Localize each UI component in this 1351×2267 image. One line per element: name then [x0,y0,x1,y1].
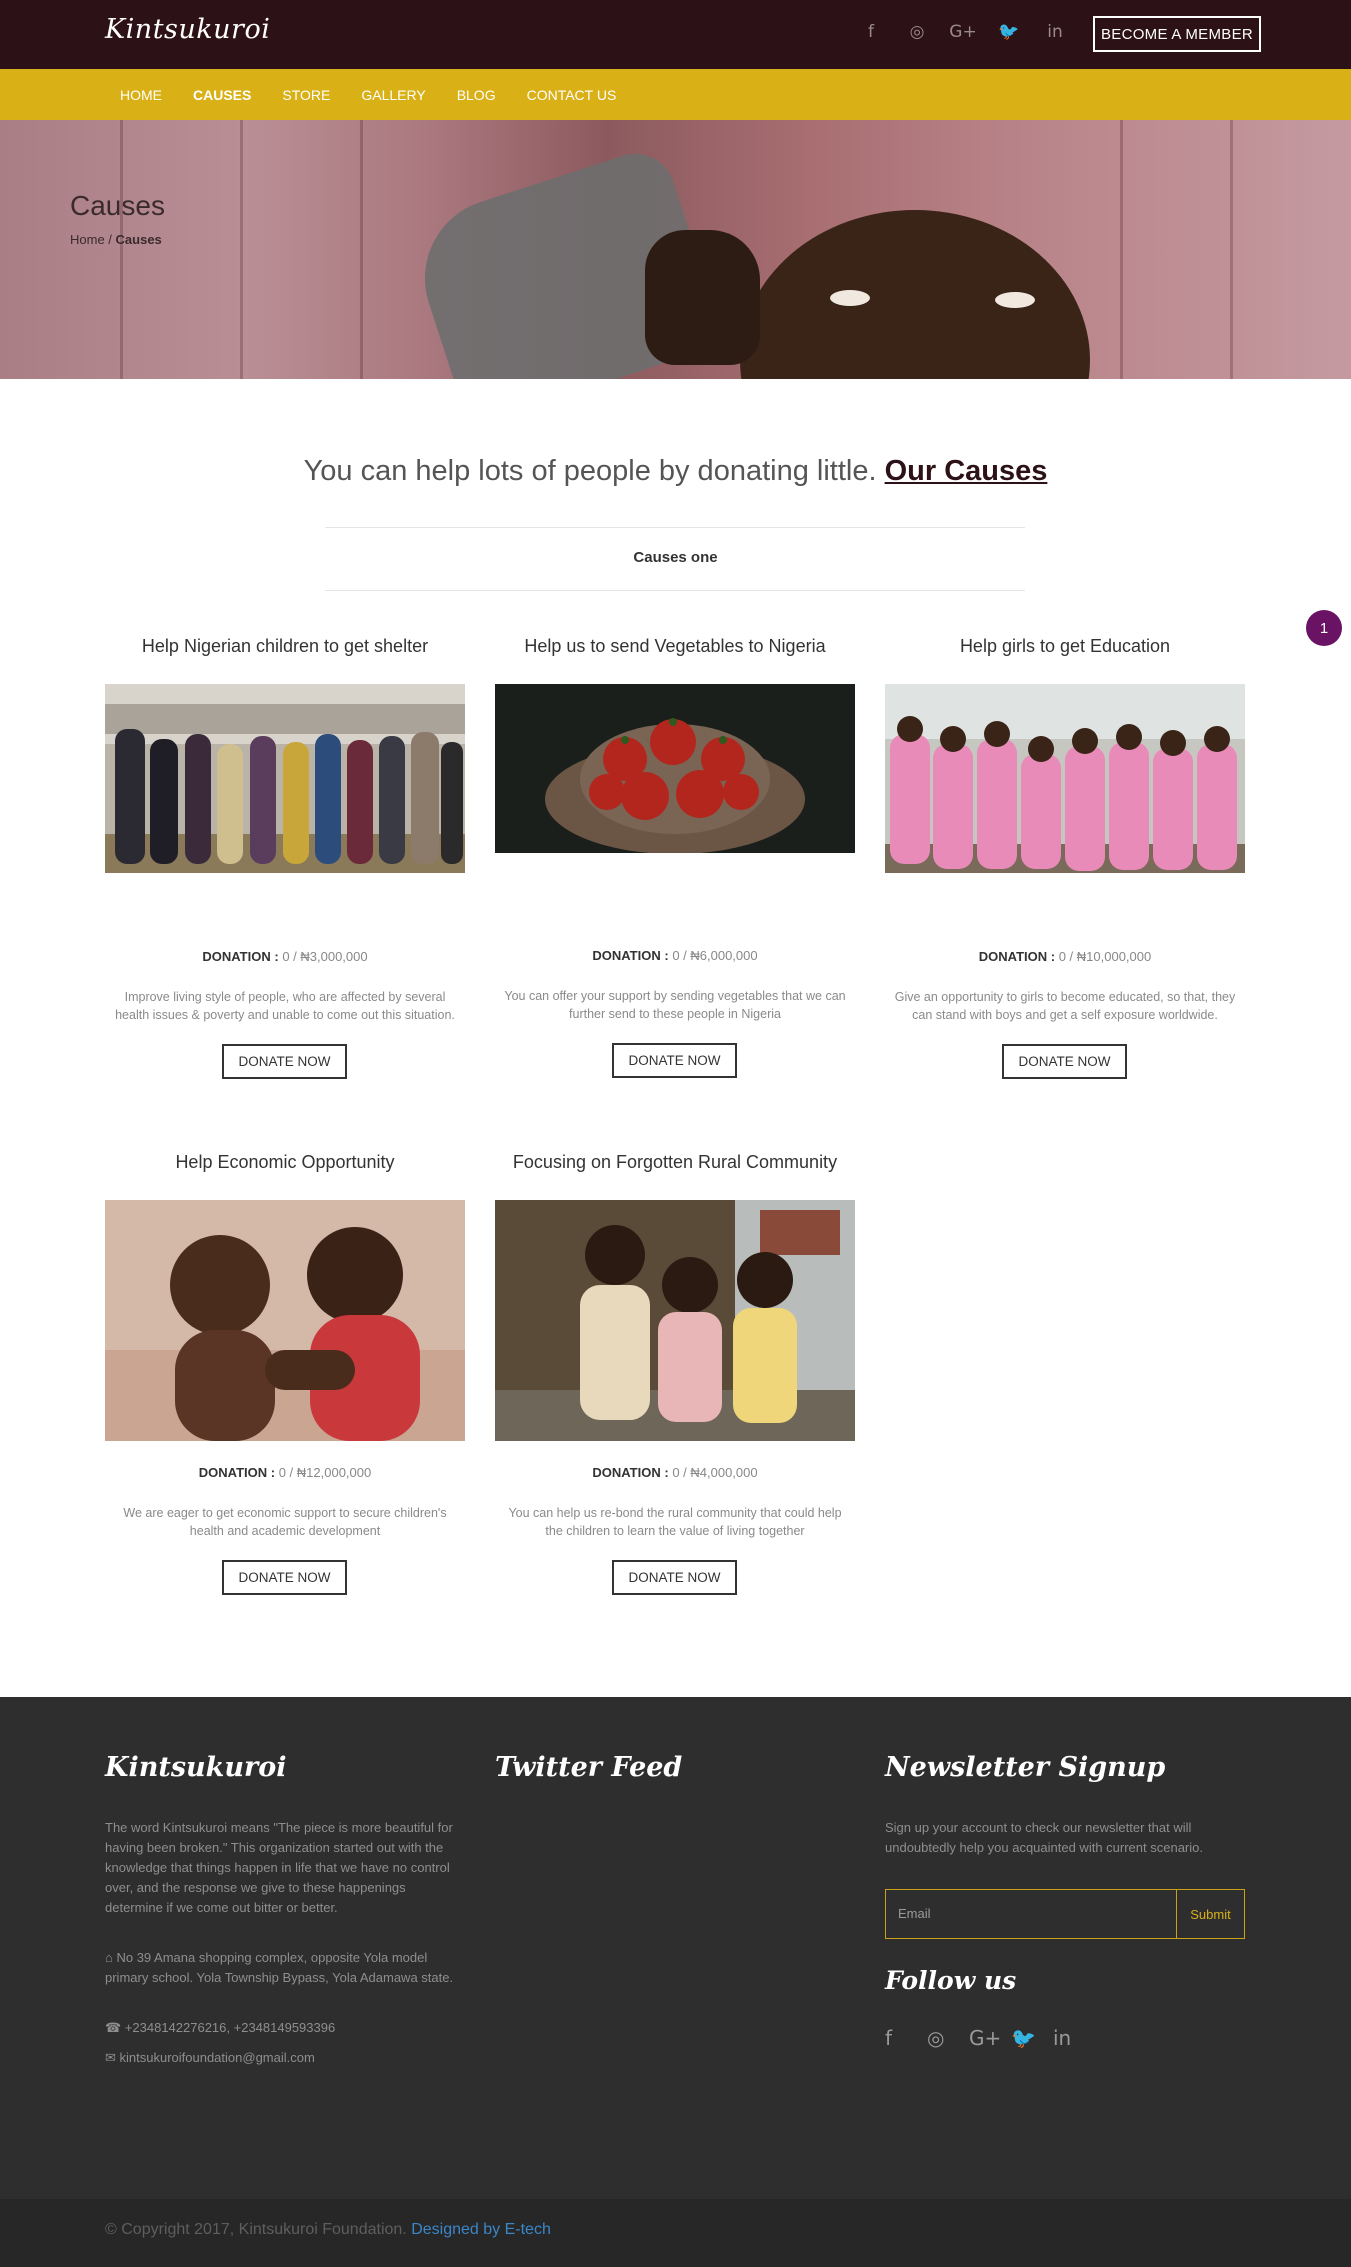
breadcrumb-current: Causes [115,232,162,247]
main-navigation: HOME CAUSES STORE GALLERY BLOG CONTACT U… [0,69,1351,120]
donation-value: 0 / ₦3,000,000 [282,949,368,964]
phone-text[interactable]: +2348142276216, +2348149593396 [125,2020,335,2035]
cause-image[interactable] [885,684,1245,873]
header-social-links: f ◎ G+ 🐦 in [848,22,1078,42]
donate-now-button[interactable]: DONATE NOW [222,1044,347,1079]
cause-description: You can help us re-bond the rural commun… [508,1506,842,1538]
donation-progress: DONATION : 0 / ₦6,000,000 [495,948,855,963]
breadcrumb: Home / Causes [70,232,162,247]
email-input[interactable]: Email [898,1906,931,1921]
donation-value: 0 / ₦6,000,000 [672,948,758,963]
home-icon: ⌂ [105,1950,117,1965]
intro-text: You can help lots of people by donating … [303,455,877,487]
donation-value: 0 / ₦4,000,000 [672,1465,758,1480]
twitter-icon[interactable]: 🐦 [986,22,1032,42]
copyright: © Copyright 2017, Kintsukuroi Foundation… [105,2221,551,2239]
breadcrumb-separator: / [104,232,116,247]
footer-twitter-title: Twitter Feed [495,1752,683,1783]
cause-image[interactable] [105,1200,465,1441]
nav-item-causes[interactable]: CAUSES [193,87,251,103]
donation-label: DONATION : [202,949,279,964]
twitter-icon[interactable]: 🐦 [1011,2026,1053,2050]
cause-description: We are eager to get economic support to … [123,1506,447,1538]
donation-value: 0 / ₦12,000,000 [278,1465,372,1480]
donation-label: DONATION : [592,1465,669,1480]
newsletter-form: Email Submit [885,1889,1245,1939]
our-causes-link[interactable]: Our Causes [885,455,1048,487]
donate-now-button[interactable]: DONATE NOW [612,1043,737,1078]
site-logo[interactable]: Kintsukuroi [105,14,270,45]
google-plus-icon[interactable]: G+ [969,2026,1011,2050]
donation-progress: DONATION : 0 / ₦10,000,000 [885,949,1245,964]
hero-child-face [740,210,1090,379]
cause-image[interactable] [495,684,855,853]
facebook-icon[interactable]: f [848,22,894,42]
cause-title[interactable]: Help girls to get Education [885,636,1245,657]
donation-progress: DONATION : 0 / ₦4,000,000 [495,1465,855,1480]
donate-now-button[interactable]: DONATE NOW [612,1560,737,1595]
donation-progress: DONATION : 0 / ₦12,000,000 [105,1465,465,1480]
footer-address: ⌂ No 39 Amana shopping complex, opposite… [105,1948,465,1988]
copyright-text: © Copyright 2017, Kintsukuroi Foundation… [105,2221,407,2238]
nav-item-contact[interactable]: CONTACT US [527,87,617,103]
cause-card: Focusing on Forgotten Rural Community DO… [495,1152,855,1602]
cause-description: Give an opportunity to girls to become e… [894,990,1236,1022]
cause-card: Help girls to get Education DONATION: 0… [885,636,1245,1086]
intro-heading: You can help lots of people by donating … [0,455,1351,488]
cause-card: Help Economic Opportunity DONATION : 0 /… [105,1152,465,1602]
top-header: Kintsukuroi f ◎ G+ 🐦 in BECOME A MEMBER [0,0,1351,69]
linkedin-icon[interactable]: in [1032,22,1078,42]
designer-link[interactable]: Designed by E-tech [411,2221,551,2238]
cause-description: Improve living style of people, who are … [115,990,455,1022]
breadcrumb-home-link[interactable]: Home [70,232,105,247]
notification-badge[interactable]: 1 [1306,610,1342,646]
donation-label: DONATION : [592,948,669,963]
donate-now-button[interactable]: DONATE NOW [222,1560,347,1595]
nav-item-blog[interactable]: BLOG [457,87,496,103]
donation-value: 0 / ₦10,000,000 [1058,949,1152,964]
cause-image[interactable] [495,1200,855,1441]
page-title: Causes [70,190,165,221]
cause-title[interactable]: Help us to send Vegetables to Nigeria [495,636,855,657]
footer-about-text: The word Kintsukuroi means "The piece is… [105,1820,453,1915]
donation-label: DONATION : [978,949,1056,964]
cause-card: Help Nigerian children to get shelter DO… [105,636,465,1086]
footer-newsletter-text: Sign up your account to check our newsle… [885,1820,1203,1855]
facebook-icon[interactable]: f [885,2026,927,2050]
email-text[interactable]: kintsukuroifoundation@gmail.com [120,2050,315,2065]
nav-item-home[interactable]: HOME [120,87,162,103]
footer-social-links: f ◎ G+ 🐦 in [885,2026,1095,2050]
google-plus-icon[interactable]: G+ [940,22,986,42]
section-label: Causes one [633,549,718,566]
nav-item-gallery[interactable]: GALLERY [361,87,425,103]
divider [325,527,1025,528]
footer-newsletter-title: Newsletter Signup [885,1752,1166,1783]
cause-image[interactable] [105,684,465,873]
donation-label: DONATION : [198,1465,276,1480]
footer-follow-title: Follow us [885,1966,1017,1995]
footer-email: ✉ kintsukuroifoundation@gmail.com [105,2048,465,2068]
instagram-icon[interactable]: ◎ [927,2026,969,2050]
donate-now-button[interactable]: DONATE NOW [1002,1044,1127,1079]
cause-title[interactable]: Help Nigerian children to get shelter [105,636,465,657]
linkedin-icon[interactable]: in [1053,2026,1095,2050]
cause-description: You can offer your support by sending ve… [504,989,846,1021]
nav-item-store[interactable]: STORE [282,87,330,103]
submit-button[interactable]: Submit [1176,1890,1244,1938]
instagram-icon[interactable]: ◎ [894,22,940,42]
donation-progress: DONATION : 0 / ₦3,000,000 [105,949,465,964]
cause-title[interactable]: Help Economic Opportunity [105,1152,465,1173]
hero-child-fist [645,230,760,365]
become-member-button[interactable]: BECOME A MEMBER [1093,16,1261,52]
hero-banner [0,120,1351,379]
divider [325,590,1025,591]
address-text: No 39 Amana shopping complex, opposite Y… [105,1950,454,1985]
cause-card: Help us to send Vegetables to Nigeria DO… [495,636,855,1086]
envelope-icon: ✉ [105,2050,120,2065]
footer-phone: ☎ +2348142276216, +2348149593396 [105,2018,465,2038]
phone-icon: ☎ [105,2020,125,2035]
footer-about-title: Kintsukuroi [105,1752,287,1783]
cause-title[interactable]: Focusing on Forgotten Rural Community [495,1152,855,1173]
